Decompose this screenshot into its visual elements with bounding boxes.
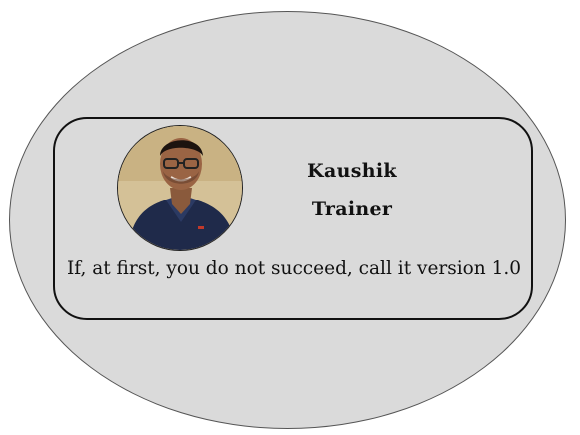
profile-quote: If, at first, you do not succeed, call i… [66, 258, 522, 279]
person-photo-icon [118, 126, 242, 250]
profile-canvas: Kaushik Trainer If, at first, you do not… [0, 0, 580, 435]
profile-name: Kaushik [307, 160, 397, 182]
avatar [117, 125, 243, 251]
profile-role: Trainer [311, 198, 393, 220]
